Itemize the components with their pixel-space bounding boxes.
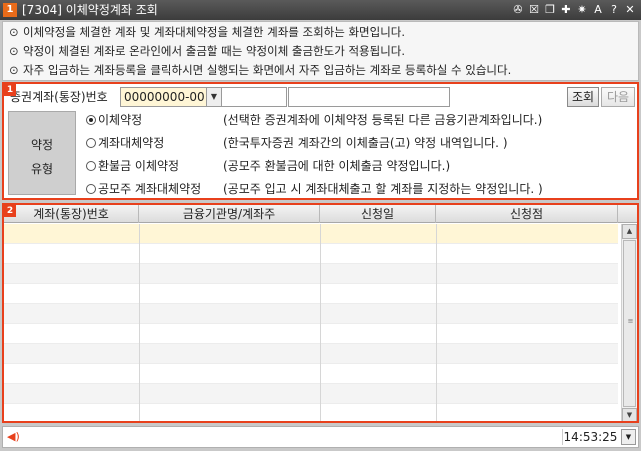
table-row[interactable] [4, 264, 618, 284]
window-controls: ✇ ☒ ❐ ✚ ✷ A ? ✕ [511, 2, 637, 17]
column-header-branch[interactable]: 신청점 [436, 205, 618, 223]
status-bar: ◀) 14:53:25 ▼ [2, 426, 639, 448]
agreement-type-label: 약정 유형 [8, 111, 76, 195]
column-divider [320, 224, 321, 421]
account-name-field [288, 87, 450, 107]
clock-time: 14:53:25 [562, 429, 618, 445]
scroll-down-icon[interactable]: ▼ [622, 408, 637, 421]
window-title: [7304] 이체약정계좌 조회 [22, 3, 158, 17]
table-row[interactable] [4, 244, 618, 264]
window-icon[interactable]: ☒ [527, 2, 541, 17]
account-label: 증권계좌(통장)번호 [10, 90, 108, 104]
next-button[interactable]: 다음 [601, 87, 635, 107]
table-row[interactable] [4, 384, 618, 404]
column-header-institution[interactable]: 금융기관명/계좌주 [139, 205, 320, 223]
option-description: (한국투자증권 계좌간의 이체출금(고) 약정 내역입니다. ) [223, 136, 508, 150]
info-line: ⊙ 이체약정을 체결한 계좌 및 계좌대체약정을 체결한 계좌를 조회하는 화면입… [9, 25, 406, 39]
chevron-down-icon[interactable]: ▼ [621, 429, 636, 445]
close-icon[interactable]: ✕ [623, 2, 637, 17]
bullet-icon: ⊙ [9, 44, 19, 58]
table-row[interactable] [4, 304, 618, 324]
column-divider [139, 224, 140, 421]
font-size-icon[interactable]: A [591, 2, 605, 17]
radio-icon[interactable] [86, 115, 96, 125]
chevron-down-icon[interactable]: ▼ [206, 88, 221, 106]
bullet-icon: ⊙ [9, 63, 19, 77]
radio-account-transfer-agreement[interactable]: 계좌대체약정 [86, 135, 164, 151]
column-header-date[interactable]: 신청일 [320, 205, 436, 223]
option-description: (공모주 입고 시 계좌대체출고 할 계좌를 지정하는 약정입니다. ) [223, 182, 543, 196]
info-line: ⊙ 자주 입금하는 계좌등록을 클릭하시면 실행되는 화면에서 자주 입금하는 계… [9, 63, 512, 77]
column-header-account[interactable]: 계좌(통장)번호 [4, 205, 139, 223]
table-row[interactable] [4, 284, 618, 304]
table-row[interactable] [4, 364, 618, 384]
radio-icon[interactable] [86, 161, 96, 171]
table-header: 계좌(통장)번호 금융기관명/계좌주 신청일 신청점 [4, 205, 637, 223]
table-row[interactable] [4, 224, 618, 244]
radio-icon[interactable] [86, 138, 96, 148]
password-field[interactable] [221, 87, 287, 107]
speaker-icon[interactable]: ◀) [7, 430, 20, 444]
radio-icon[interactable] [86, 184, 96, 194]
table-row[interactable] [4, 344, 618, 364]
info-panel: ⊙ 이체약정을 체결한 계좌 및 계좌대체약정을 체결한 계좌를 조회하는 화면입… [2, 21, 639, 81]
radio-ipo-account-transfer-agreement[interactable]: 공모주 계좌대체약정 [86, 181, 201, 197]
restore-icon[interactable]: ❐ [543, 2, 557, 17]
scroll-up-icon[interactable]: ▲ [622, 224, 637, 239]
query-button[interactable]: 조회 [567, 87, 599, 107]
help-icon[interactable]: ? [607, 2, 621, 17]
pin-icon[interactable]: ✇ [511, 2, 525, 17]
scroll-thumb[interactable]: ≡ [623, 240, 636, 407]
option-description: (공모주 환불금에 대한 이체출금 약정입니다.) [223, 159, 451, 173]
title-bar: 1 [7304] 이체약정계좌 조회 ✇ ☒ ❐ ✚ ✷ A ? ✕ [0, 0, 641, 20]
results-grid: 계좌(통장)번호 금융기관명/계좌주 신청일 신청점 ▲ ≡ ▼ [2, 203, 639, 423]
settings-icon[interactable]: ✷ [575, 2, 589, 17]
table-row[interactable] [4, 404, 618, 421]
account-value: 00000000-00 [124, 90, 205, 104]
table-row[interactable] [4, 324, 618, 344]
grip-icon: ≡ [627, 317, 634, 325]
pushpin-icon[interactable]: ✚ [559, 2, 573, 17]
vertical-scrollbar[interactable]: ▲ ≡ ▼ [621, 224, 637, 421]
account-select[interactable]: 00000000-00 ▼ [120, 87, 222, 107]
window-number-badge: 1 [3, 3, 17, 17]
search-section: 증권계좌(통장)번호 00000000-00 ▼ 조회 다음 약정 유형 이체약… [2, 82, 639, 200]
option-description: (선택한 증권계좌에 이체약정 등록된 다른 금융기관계좌입니다.) [223, 113, 543, 127]
section-2-badge: 2 [4, 205, 16, 217]
column-divider [436, 224, 437, 421]
bullet-icon: ⊙ [9, 25, 19, 39]
radio-refund-transfer-agreement[interactable]: 환불금 이체약정 [86, 158, 179, 174]
section-1-badge: 1 [4, 84, 16, 96]
radio-transfer-agreement[interactable]: 이체약정 [86, 112, 142, 128]
info-line: ⊙ 약정이 체결된 계좌로 온라인에서 출금할 때는 약정이체 출금한도가 적용됩… [9, 44, 406, 58]
